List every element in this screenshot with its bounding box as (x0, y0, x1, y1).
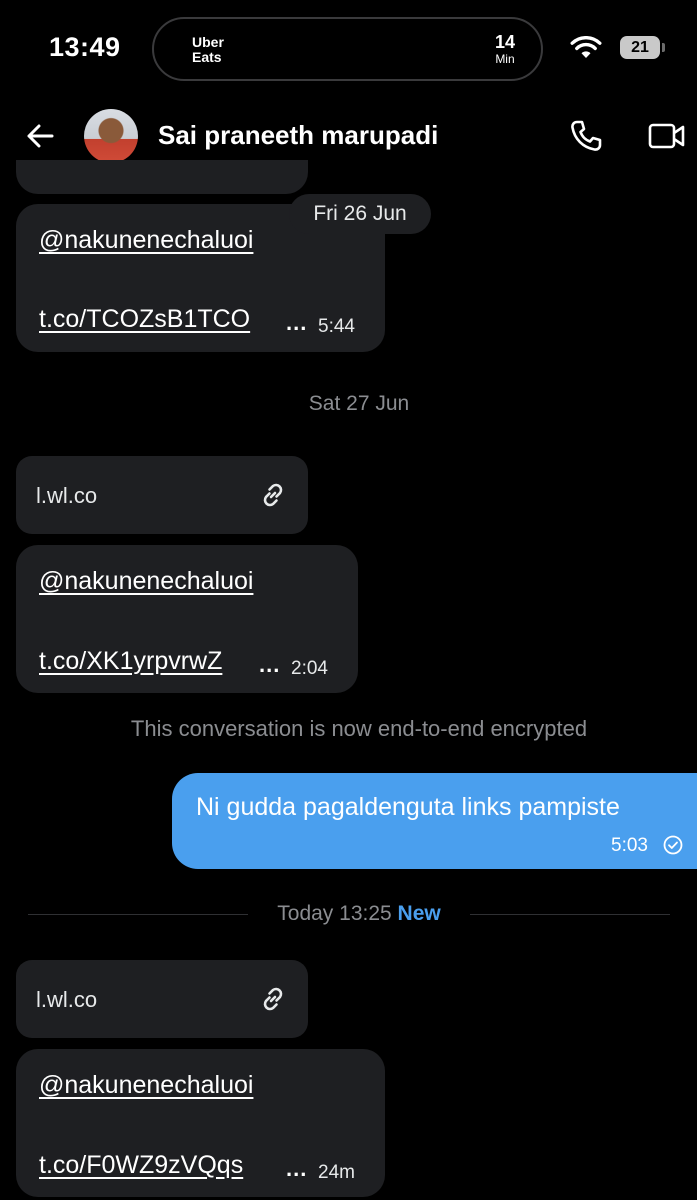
dynamic-island-live-activity[interactable]: Uber Eats 14 Min (152, 17, 543, 81)
truncation-ellipsis: ... (286, 310, 308, 335)
encryption-notice: This conversation is now end-to-end encr… (130, 716, 588, 741)
eta-value: 14 (494, 32, 515, 52)
message-time: 2:04 (291, 658, 328, 679)
link-icon (263, 987, 283, 1011)
delivery-eta: 14 Min (495, 32, 515, 66)
message-bubble[interactable]: @nakunenechaluoi t.co/XK1yrpvrwZ ... 2:0… (16, 545, 358, 693)
link-domain: l.wl.co (36, 987, 98, 1012)
wifi-icon (570, 36, 602, 58)
video-call-icon[interactable] (648, 120, 686, 152)
outgoing-message-time: 5:03 (611, 835, 648, 856)
truncation-ellipsis: ... (286, 1156, 308, 1181)
link-preview-card[interactable]: l.wl.co (16, 456, 308, 534)
tco-link[interactable]: t.co/XK1yrpvrwZ (39, 647, 222, 676)
mention-link[interactable]: @nakunenechaluoi (39, 567, 253, 596)
new-badge: New (397, 902, 441, 925)
link-preview-card[interactable]: l.wl.co (16, 960, 308, 1038)
uber-eats-logo: Uber Eats (192, 34, 224, 65)
message-bubble-partial[interactable] (16, 160, 308, 194)
outgoing-message-text: Ni gudda pagaldenguta links pampiste (196, 793, 620, 821)
battery-tip (662, 43, 665, 52)
message-bubble[interactable]: @nakunenechaluoi t.co/F0WZ9zVQqs ... 24m (16, 1049, 385, 1197)
contact-avatar[interactable] (84, 109, 138, 163)
outgoing-message-bubble[interactable]: Ni gudda pagaldenguta links pampiste 5:0… (172, 773, 697, 869)
read-check-icon (663, 835, 683, 855)
message-time: 24m (318, 1162, 355, 1183)
today-timestamp: Today 13:25 (277, 902, 392, 925)
date-separator: Sat 27 Jun (308, 392, 410, 415)
new-messages-divider: Today 13:25 New (0, 902, 697, 926)
mention-link[interactable]: @nakunenechaluoi (39, 1071, 253, 1100)
link-icon (263, 483, 283, 507)
link-domain: l.wl.co (36, 483, 98, 508)
eta-unit: Min (495, 52, 515, 66)
phone-call-icon[interactable] (568, 118, 604, 154)
battery-indicator: 21 (620, 36, 660, 59)
date-pill: Fri 26 Jun (289, 194, 431, 234)
contact-name[interactable]: Sai praneeth marupadi (158, 120, 438, 151)
truncation-ellipsis: ... (259, 652, 281, 677)
message-time: 5:44 (318, 316, 355, 337)
tco-link[interactable]: t.co/TCOZsB1TCO (39, 305, 250, 334)
status-time: 13:49 (49, 32, 121, 62)
back-arrow-icon[interactable] (24, 120, 56, 152)
tco-link[interactable]: t.co/F0WZ9zVQqs (39, 1151, 243, 1180)
mention-link[interactable]: @nakunenechaluoi (39, 226, 253, 255)
